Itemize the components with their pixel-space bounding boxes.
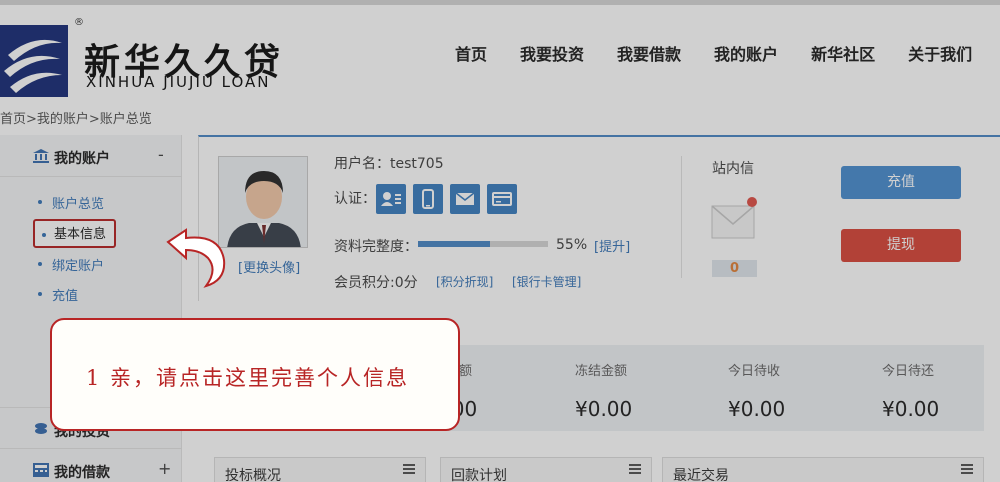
phone-icon[interactable] — [413, 184, 443, 214]
auth-label: 认证： — [334, 191, 376, 207]
stat-today-receivable-value: ¥0.00 — [728, 397, 786, 421]
nav-home[interactable]: 首页 — [455, 41, 487, 65]
calculator-icon — [33, 463, 49, 477]
box-title: 最近交易 — [673, 468, 729, 482]
sidebar-section-loan[interactable]: 我的借款 + — [0, 449, 182, 482]
nav-borrow[interactable]: 我要借款 — [617, 41, 681, 65]
expand-icon[interactable]: + — [158, 459, 171, 478]
stat-frozen-label: 冻结金额 — [575, 364, 628, 379]
sidebar-item-basic-info[interactable]: 基本信息 — [33, 219, 117, 248]
email-icon[interactable] — [450, 184, 480, 214]
stat-today-payable-value: ¥0.00 — [882, 397, 940, 421]
stat-today-receivable-label: 今日待收 — [728, 364, 781, 379]
box-title: 投标概况 — [225, 468, 281, 482]
points-cashout-link[interactable]: [积分折现] — [436, 273, 493, 290]
username: 用户名：test705 — [334, 156, 444, 172]
improve-link[interactable]: [提升] — [594, 236, 630, 255]
sidebar-item-overview[interactable]: 账户总览 — [37, 193, 104, 212]
registered-mark: ® — [74, 17, 84, 28]
bank-icon — [33, 149, 49, 163]
sidebar-section-label: 我的账户 — [54, 151, 110, 167]
bid-overview-box: 投标概况 — [214, 457, 426, 482]
stat-today-payable-label: 今日待还 — [882, 364, 935, 379]
auth-icons — [376, 184, 524, 214]
change-avatar-link[interactable]: [更换头像] — [238, 257, 300, 276]
inbox-count: 0 — [712, 260, 757, 277]
collapse-icon[interactable]: - — [158, 145, 164, 164]
bank-card-manage-link[interactable]: [银行卡管理] — [512, 273, 581, 290]
completeness-progress — [418, 241, 548, 247]
completeness-label: 资料完整度： — [334, 239, 418, 255]
nav-community[interactable]: 新华社区 — [811, 41, 875, 65]
site-header: ® 新华久久贷 XINHUA JIUJIU LOAN 首页 我要投资 我要借款 … — [0, 5, 1000, 100]
nav-about[interactable]: 关于我们 — [908, 41, 972, 65]
coins-icon — [35, 423, 47, 434]
sidebar-section-label: 我的借款 — [54, 465, 110, 481]
breadcrumb[interactable]: 首页>我的账户>账户总览 — [0, 108, 152, 127]
sidebar-item-bind-account[interactable]: 绑定账户 — [37, 255, 104, 274]
nav-invest[interactable]: 我要投资 — [520, 41, 584, 65]
curved-arrow-icon — [166, 228, 226, 288]
nav-account[interactable]: 我的账户 — [714, 41, 778, 65]
bank-card-icon[interactable] — [487, 184, 517, 214]
logo-icon[interactable] — [0, 25, 68, 97]
sidebar-item-recharge[interactable]: 充值 — [37, 285, 78, 304]
list-icon[interactable] — [629, 463, 641, 475]
inbox-label: 站内信 — [712, 161, 754, 177]
sidebar-section-account[interactable]: 我的账户 - — [0, 135, 182, 177]
main-nav: 首页 我要投资 我要借款 我的账户 新华社区 关于我们 — [455, 41, 1000, 65]
id-card-icon[interactable] — [376, 184, 406, 214]
list-icon[interactable] — [403, 463, 415, 475]
recent-transactions-box: 最近交易 — [662, 457, 984, 482]
mail-icon[interactable] — [710, 196, 760, 244]
withdraw-button[interactable]: 提现 — [841, 229, 961, 262]
completeness-percent: 55% — [556, 237, 588, 253]
repayment-plan-box: 回款计划 — [440, 457, 652, 482]
divider — [681, 156, 682, 278]
list-icon[interactable] — [961, 463, 973, 475]
completeness-progress-fill — [418, 241, 490, 247]
account-panel — [198, 135, 1000, 301]
box-title: 回款计划 — [451, 468, 507, 482]
recharge-button[interactable]: 充值 — [841, 166, 961, 199]
member-points: 会员积分:0分 — [334, 275, 418, 291]
guide-note-text: 1 亲，请点击这里完善个人信息 — [86, 366, 410, 390]
logo-text-en: XINHUA JIUJIU LOAN — [86, 73, 271, 91]
stat-frozen-value: ¥0.00 — [575, 397, 633, 421]
